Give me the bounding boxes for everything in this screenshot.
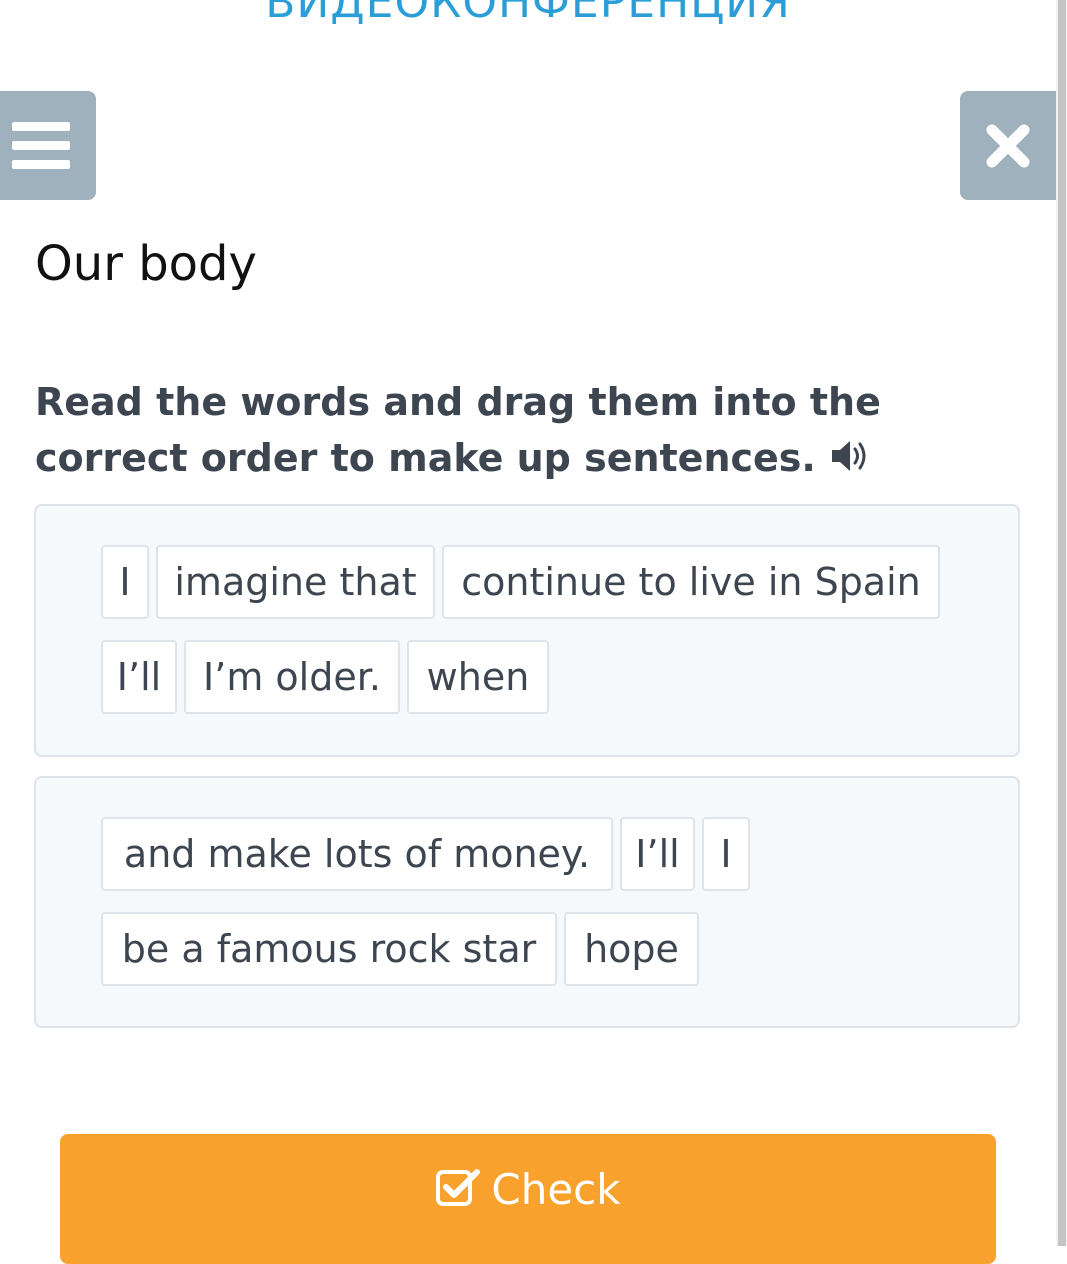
- word-chip[interactable]: I: [101, 545, 149, 619]
- word-chip[interactable]: I’m older.: [184, 640, 400, 714]
- word-drop-area-2[interactable]: and make lots of money. I’ll I be a famo…: [34, 776, 1020, 1028]
- hamburger-menu-icon: [12, 121, 70, 169]
- word-chip[interactable]: continue to live in Spain: [442, 545, 940, 619]
- word-chip[interactable]: imagine that: [156, 545, 435, 619]
- word-chip[interactable]: and make lots of money.: [101, 817, 613, 891]
- word-chip[interactable]: I’ll: [101, 640, 177, 714]
- word-chip[interactable]: I: [702, 817, 750, 891]
- exercise-instruction: Read the words and drag them into the co…: [35, 374, 1035, 489]
- page-title: Our body: [35, 236, 257, 292]
- instruction-text: Read the words and drag them into the co…: [35, 380, 881, 480]
- close-button[interactable]: [960, 91, 1056, 200]
- check-label: Check: [491, 1165, 621, 1214]
- conference-banner[interactable]: ВИДЕОКОНФЕРЕНЦИЯ: [0, 0, 1056, 28]
- menu-button[interactable]: [0, 91, 96, 200]
- word-chip[interactable]: I’ll: [620, 817, 695, 891]
- scrollbar[interactable]: [1056, 0, 1067, 1246]
- scrollbar-thumb[interactable]: [1058, 0, 1066, 1246]
- speaker-icon[interactable]: [830, 433, 872, 489]
- checkbox-icon: [436, 1169, 481, 1206]
- word-chip[interactable]: hope: [564, 912, 699, 986]
- check-button[interactable]: Check: [60, 1134, 996, 1264]
- word-chip[interactable]: when: [407, 640, 549, 714]
- word-drop-area-1[interactable]: I imagine that continue to live in Spain…: [34, 504, 1020, 757]
- word-chip[interactable]: be a famous rock star: [101, 912, 557, 986]
- close-x-icon: [986, 124, 1030, 167]
